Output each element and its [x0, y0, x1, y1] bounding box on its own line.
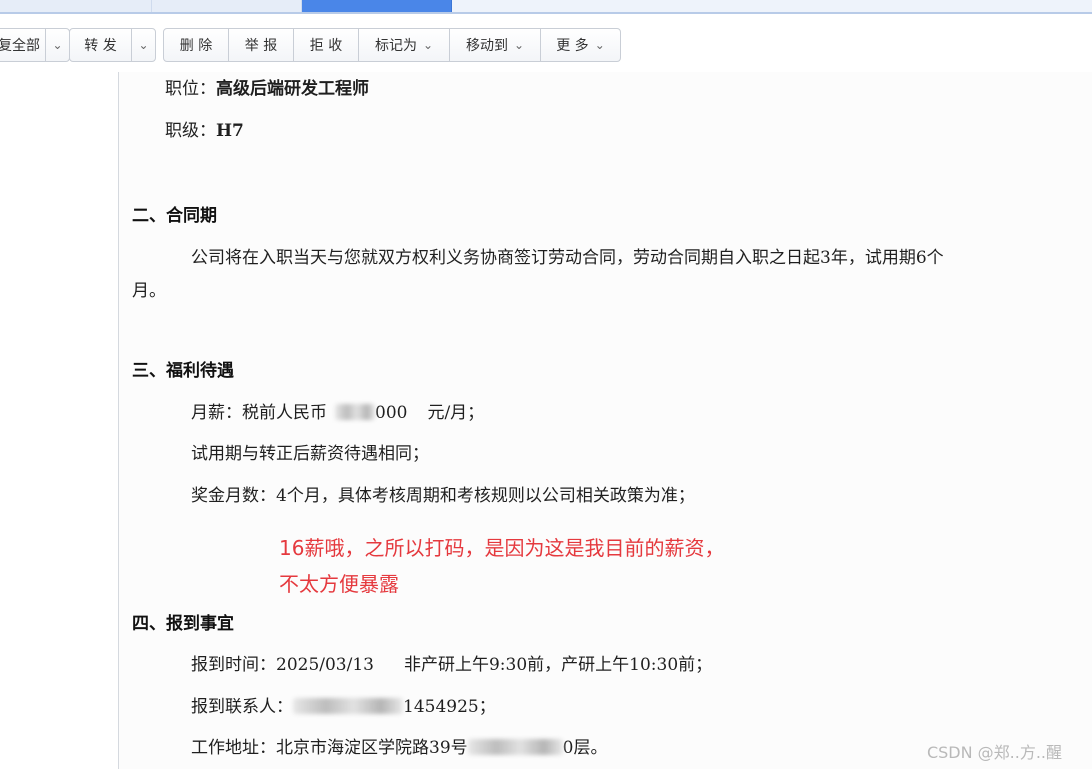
salary-line: 月薪：税前人民币 000 元/月； — [191, 402, 484, 424]
section-onboarding-title: 四、报到事宜 — [132, 614, 234, 634]
chevron-down-icon: ⌄ — [138, 38, 149, 52]
report-time-date: 2025/03/13 — [276, 655, 374, 675]
level-label: 职级： — [165, 121, 216, 141]
mark-as-button[interactable]: 标记为 ⌄ — [358, 28, 450, 62]
contract-body-line2: 月。 — [132, 281, 166, 301]
position-line: 职位：高级后端研发工程师 — [165, 78, 369, 100]
report-time-detail: 非产研上午9:30前，产研上午10:30前； — [403, 655, 713, 675]
reply-all-label: 复全部 — [0, 38, 40, 54]
move-to-label: 移动到 — [465, 38, 508, 54]
delete-button[interactable]: 删 除 — [163, 28, 229, 62]
tab-inbox[interactable] — [152, 0, 302, 12]
section-contract-title: 二、合同期 — [132, 206, 217, 226]
delete-label: 删 除 — [179, 38, 213, 54]
tab-strip — [0, 0, 1092, 14]
report-time-label: 报到时间： — [191, 655, 276, 675]
salary-visible-digits: 000 — [375, 403, 408, 423]
report-label: 举 报 — [244, 38, 278, 54]
more-button[interactable]: 更 多 ⌄ — [540, 28, 621, 62]
contact-label: 报到联系人： — [191, 697, 293, 717]
mail-toolbar: 复全部 ⌄ 转 发 ⌄ 删 除 举 报 拒 收 标记为 ⌄ 移动到 ⌄ 更 多 … — [0, 14, 1092, 72]
chevron-down-icon: ⌄ — [513, 38, 525, 52]
forward-dropdown-button[interactable]: ⌄ — [131, 28, 156, 62]
forward-label: 转 发 — [84, 38, 117, 54]
report-time-line: 报到时间：2025/03/13 非产研上午9:30前，产研上午10:30前； — [191, 654, 712, 676]
bonus-line: 奖金月数：4个月，具体考核周期和考核规则以公司相关政策为准； — [191, 486, 695, 506]
section-benefits-title: 三、福利待遇 — [132, 361, 234, 381]
probation-line: 试用期与转正后薪资待遇相同； — [191, 444, 429, 464]
tab-mailbox[interactable] — [0, 0, 152, 12]
redacted-address-detail — [467, 739, 563, 755]
mail-body: 职位：高级后端研发工程师 职级：H7 二、合同期 公司将在入职当天与您就双方权利… — [119, 72, 1092, 769]
address-label: 工作地址：北京市海淀区学院路39号 — [191, 738, 468, 758]
reply-all-button[interactable]: 复全部 — [0, 28, 46, 62]
report-button[interactable]: 举 报 — [228, 28, 294, 62]
position-value: 高级后端研发工程师 — [216, 79, 369, 99]
csdn-watermark: CSDN @郑..方..醒 — [926, 743, 1062, 762]
chevron-down-icon: ⌄ — [422, 38, 434, 52]
forward-button[interactable]: 转 发 — [69, 28, 132, 62]
mark-as-label: 标记为 — [374, 38, 417, 54]
level-line: 职级：H7 — [165, 120, 244, 142]
redacted-salary-digits — [335, 404, 375, 420]
salary-prefix: 月薪：税前人民币 — [191, 403, 327, 423]
chevron-down-icon: ⌄ — [594, 38, 605, 52]
red-annotation-note: 16薪哦，之所以打码，是因为这是我目前的薪资，不太方便暴露 — [279, 536, 725, 596]
chevron-down-icon: ⌄ — [52, 38, 63, 52]
contact-line: 报到联系人： 1454925； — [191, 696, 496, 718]
level-value: H7 — [216, 121, 244, 141]
position-label: 职位： — [165, 79, 216, 99]
reject-button[interactable]: 拒 收 — [293, 28, 359, 62]
move-to-button[interactable]: 移动到 ⌄ — [449, 28, 541, 62]
address-line: 工作地址：北京市海淀区学院路39号 0层。 — [191, 737, 607, 759]
address-visible-tail: 0层。 — [562, 738, 608, 758]
redacted-contact-info — [293, 698, 403, 714]
contact-visible-digits: 1454925； — [403, 697, 496, 717]
reject-label: 拒 收 — [309, 38, 343, 54]
reply-all-dropdown-button[interactable]: ⌄ — [45, 28, 70, 62]
salary-suffix: 元/月； — [427, 403, 485, 423]
tab-current-mail[interactable] — [302, 0, 452, 12]
more-label: 更 多 — [556, 38, 589, 54]
left-sidebar — [0, 72, 118, 769]
contract-body-line1: 公司将在入职当天与您就双方权利义务协商签订劳动合同，劳动合同期自入职之日起3年，… — [191, 248, 944, 268]
